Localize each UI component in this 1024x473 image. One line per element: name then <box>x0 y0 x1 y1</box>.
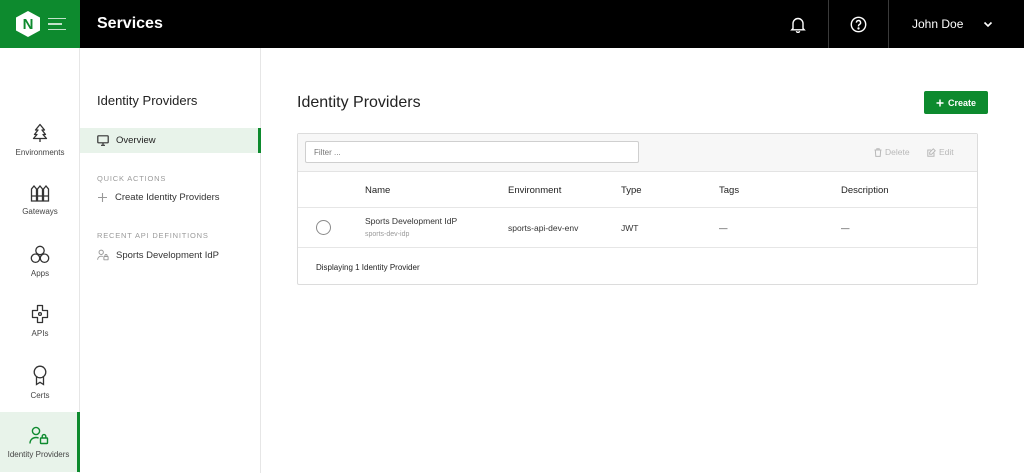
rail-label: Identity Providers <box>7 449 70 459</box>
help-button[interactable] <box>828 0 888 48</box>
rail-item-identity-providers[interactable]: Identity Providers <box>0 412 80 472</box>
menu-icon <box>48 17 66 31</box>
identity-providers-table: Delete Edit Name Environment Type Tags D… <box>297 133 978 285</box>
recent-api-definitions-heading: RECENT API DEFINITIONS <box>97 231 209 240</box>
column-header-tags[interactable]: Tags <box>719 185 739 196</box>
row-type: JWT <box>621 223 639 233</box>
rail-item-apps[interactable]: Apps <box>0 231 80 291</box>
edit-button[interactable]: Edit <box>927 147 954 157</box>
rail-label: Gateways <box>22 207 58 216</box>
quick-actions-heading: QUICK ACTIONS <box>97 174 167 183</box>
notifications-button[interactable] <box>768 0 828 48</box>
top-bar: N Services John Doe <box>0 0 1024 48</box>
apps-icon <box>30 245 50 263</box>
delete-button[interactable]: Delete <box>874 147 910 157</box>
row-environment: sports-api-dev-env <box>508 223 579 233</box>
user-lock-icon <box>97 249 109 261</box>
subnav-link-label: Create Identity Providers <box>115 192 220 203</box>
row-description: — <box>841 223 850 233</box>
create-button[interactable]: Create <box>924 91 988 114</box>
column-header-type[interactable]: Type <box>621 185 642 196</box>
divider <box>298 247 977 248</box>
nginx-logo: N <box>16 11 40 37</box>
subnav-item-label: Overview <box>116 135 156 146</box>
primary-nav-rail: Environments Gateways Apps APIs Certs Id… <box>0 48 80 473</box>
row-name[interactable]: Sports Development IdP <box>365 216 457 226</box>
trash-icon <box>874 147 882 157</box>
user-lock-icon <box>28 426 48 444</box>
gateway-icon <box>30 184 50 202</box>
filter-input[interactable] <box>305 141 639 163</box>
rail-label: Certs <box>30 390 50 400</box>
secondary-nav-title: Identity Providers <box>97 93 198 108</box>
rail-label: APIs <box>31 329 49 338</box>
row-name-id: sports-dev-idp <box>365 231 410 238</box>
row-select-radio[interactable] <box>316 220 331 235</box>
divider <box>298 207 977 208</box>
secondary-nav: Identity Providers Overview QUICK ACTION… <box>80 48 261 473</box>
edit-label: Edit <box>939 147 954 157</box>
table-footer-count: Displaying 1 Identity Provider <box>316 263 420 272</box>
rail-item-apis[interactable]: APIs <box>0 291 80 351</box>
rail-item-environments[interactable]: Environments <box>0 110 80 170</box>
app-menu-button[interactable]: N <box>0 0 80 48</box>
delete-label: Delete <box>885 147 910 157</box>
plus-icon <box>98 193 107 202</box>
api-icon <box>31 304 49 324</box>
chevron-down-icon <box>984 21 993 27</box>
monitor-icon <box>97 135 109 146</box>
table-toolbar: Delete Edit <box>298 134 977 172</box>
row-tags: — <box>719 223 728 233</box>
column-header-environment[interactable]: Environment <box>508 185 561 196</box>
column-header-name[interactable]: Name <box>365 185 390 196</box>
certificate-icon <box>33 365 47 386</box>
user-menu[interactable]: John Doe <box>888 0 1024 48</box>
recent-item-sports-development-idp[interactable]: Sports Development IdP <box>97 249 219 261</box>
page-title: Identity Providers <box>297 94 421 111</box>
user-name: John Doe <box>912 17 964 31</box>
rail-item-certs[interactable]: Certs <box>0 352 80 412</box>
help-circle-icon <box>850 16 867 32</box>
rail-label: Environments <box>15 148 65 157</box>
create-button-label: Create <box>947 97 976 108</box>
column-header-description[interactable]: Description <box>841 185 889 196</box>
plus-icon <box>936 99 944 106</box>
subnav-item-overview[interactable]: Overview <box>80 128 261 153</box>
edit-icon <box>927 147 936 157</box>
create-identity-provider-link[interactable]: Create Identity Providers <box>97 192 220 203</box>
rail-item-gateways[interactable]: Gateways <box>0 170 80 230</box>
rail-label: Apps <box>30 268 50 278</box>
main-content: Identity Providers Create Delete Edit Na… <box>262 48 1024 473</box>
bell-icon <box>790 17 806 33</box>
subnav-link-label: Sports Development IdP <box>116 249 219 261</box>
page-section-title: Services <box>97 15 163 32</box>
tree-icon <box>32 123 48 142</box>
